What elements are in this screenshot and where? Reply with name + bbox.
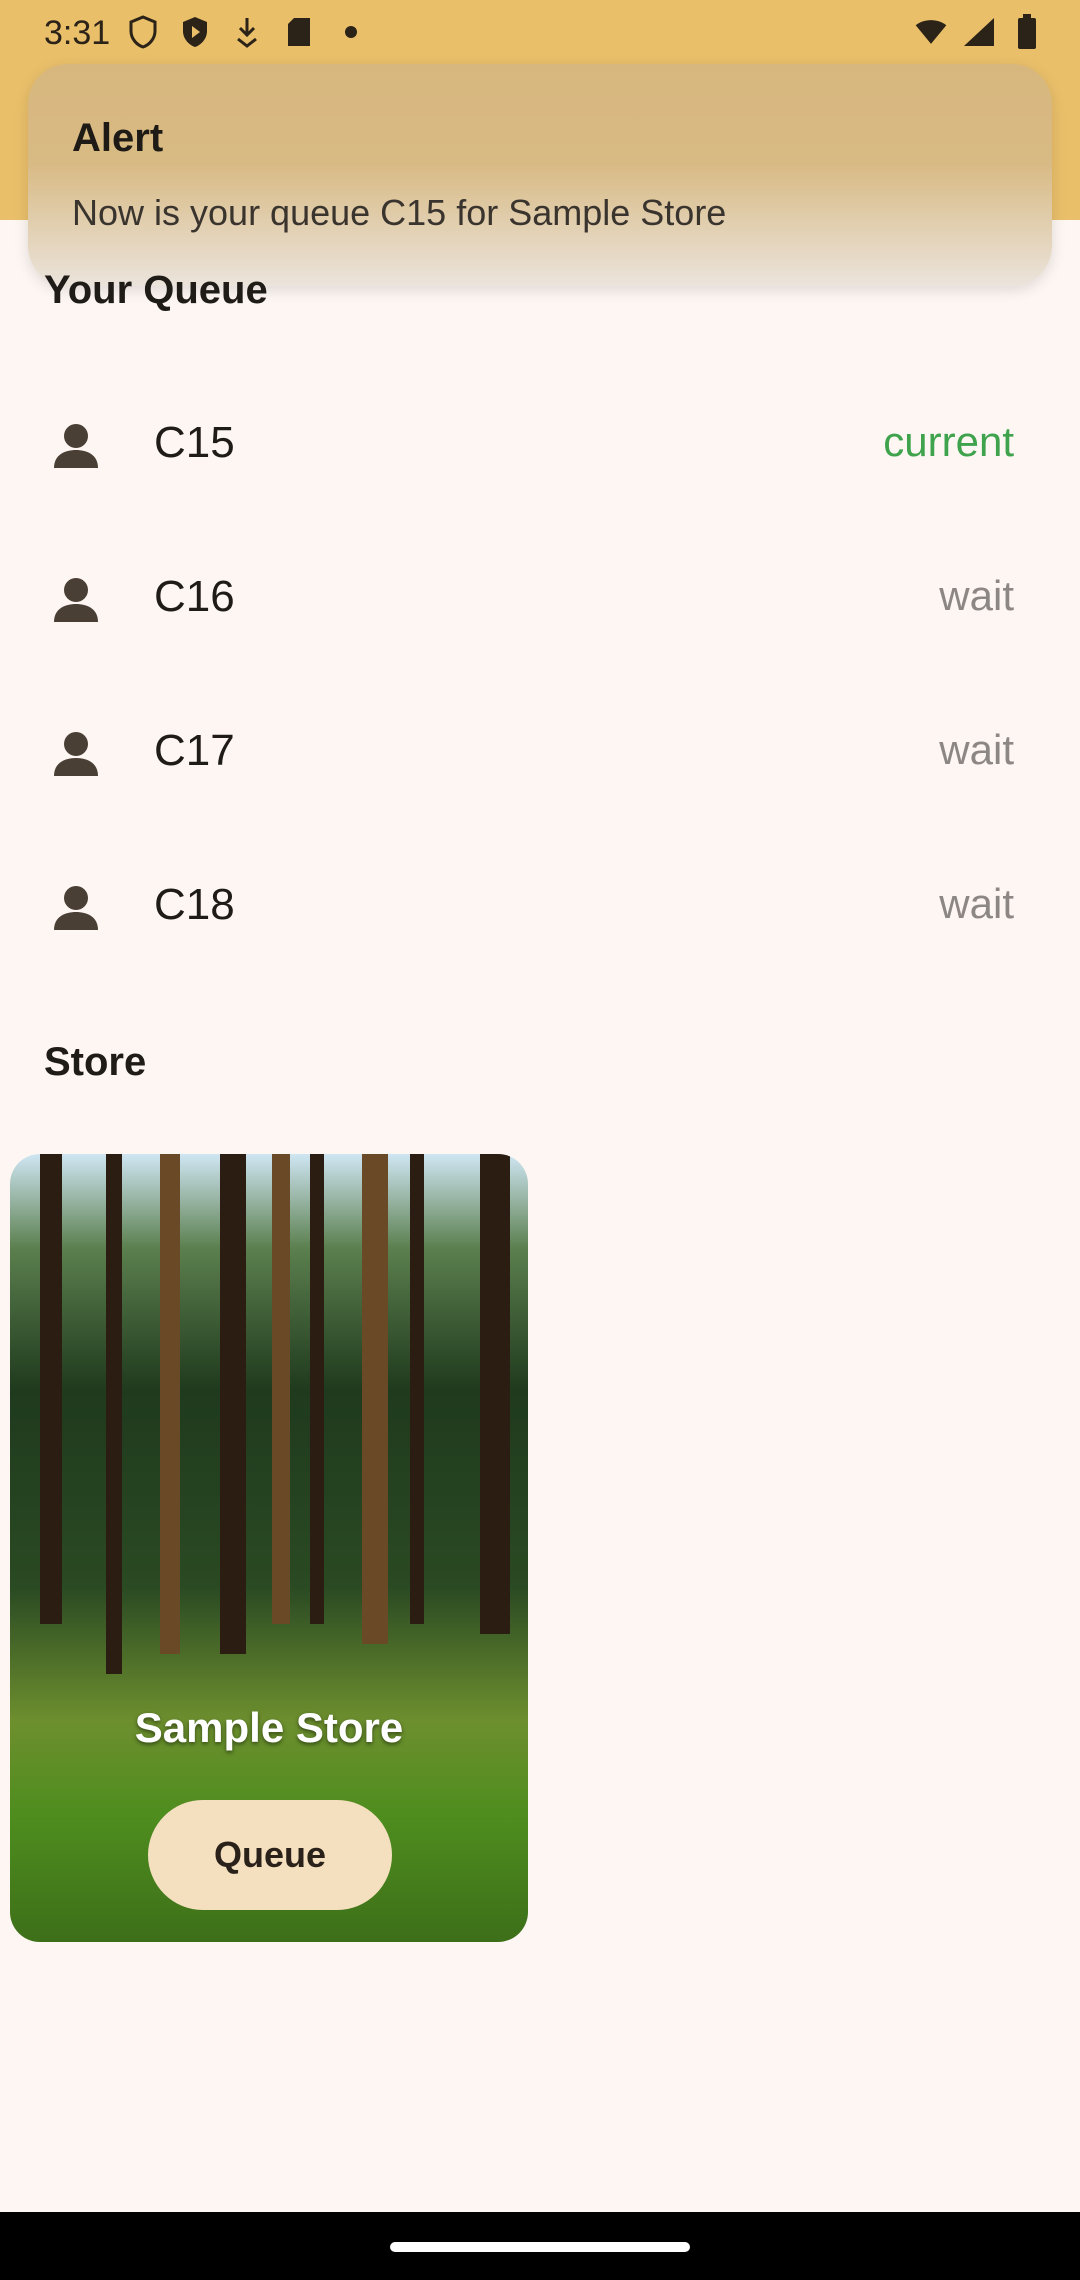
notification-dot-icon xyxy=(334,14,368,50)
queue-status: wait xyxy=(939,726,1014,773)
queue-status: wait xyxy=(939,880,1014,927)
queue-number: C16 xyxy=(154,572,235,621)
person-icon xyxy=(52,730,100,778)
status-bar: 3:31 xyxy=(0,0,1080,66)
store-name: Sample Store xyxy=(134,1704,404,1751)
play-protect-icon xyxy=(178,14,212,50)
queue-number: C18 xyxy=(154,880,235,929)
queue-row-c15[interactable]: C15 current xyxy=(0,374,1080,528)
alert-notification[interactable]: Alert Now is your queue C15 for Sample S… xyxy=(28,64,1052,286)
person-icon xyxy=(52,884,100,932)
queue-row-c18[interactable]: C18 wait xyxy=(0,836,1080,990)
store-card[interactable]: Sample Store Queue xyxy=(10,1154,528,1942)
navigation-bar xyxy=(0,2212,1080,2280)
queue-status: current xyxy=(883,418,1014,465)
download-icon xyxy=(230,14,264,50)
alert-message: Now is your queue C15 for Sample Store xyxy=(72,192,727,233)
queue-row-c17[interactable]: C17 wait xyxy=(0,682,1080,836)
battery-icon xyxy=(1010,14,1044,50)
queue-row-c16[interactable]: C16 wait xyxy=(0,528,1080,682)
wifi-icon xyxy=(914,14,948,50)
queue-status: wait xyxy=(939,572,1014,619)
person-icon xyxy=(52,422,100,470)
queue-number: C17 xyxy=(154,726,235,775)
queue-button[interactable]: Queue xyxy=(148,1800,392,1910)
store-heading: Store xyxy=(44,1040,147,1084)
signal-icon xyxy=(962,14,996,50)
shield-icon xyxy=(126,14,160,50)
sd-card-icon xyxy=(282,14,316,50)
queue-number: C15 xyxy=(154,418,235,467)
status-time: 3:31 xyxy=(44,14,111,52)
home-handle[interactable] xyxy=(390,2242,690,2252)
person-icon xyxy=(52,576,100,624)
alert-title: Alert xyxy=(72,116,164,160)
your-queue-heading: Your Queue xyxy=(44,268,268,312)
